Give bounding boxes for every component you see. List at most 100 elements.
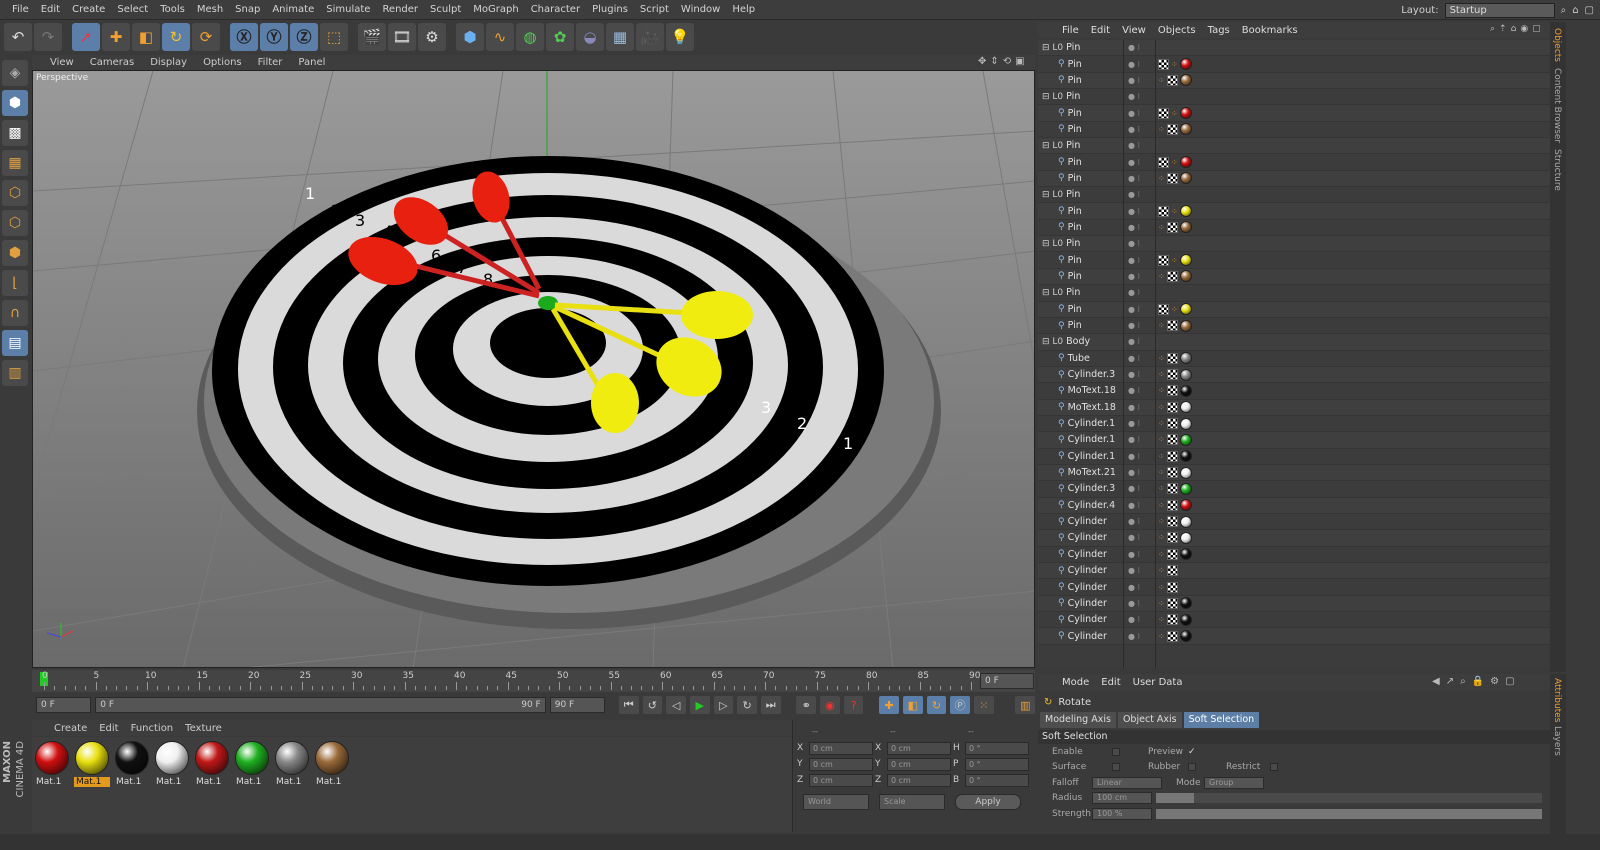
object-row[interactable]: ⚲ Pin ● ⁝ ⁘ bbox=[1038, 154, 1550, 171]
visibility-dots[interactable]: ● ⁝ bbox=[1128, 370, 1140, 379]
layout-dropdown[interactable]: Startup bbox=[1444, 2, 1555, 18]
range-slider[interactable]: 0 F 90 F bbox=[95, 697, 546, 713]
menu-item[interactable]: Script bbox=[634, 4, 675, 15]
window-icon[interactable]: ▢ bbox=[1585, 5, 1594, 16]
object-row[interactable]: ⚲ Pin ● ⁝ ⁘ bbox=[1038, 301, 1550, 318]
autokey-icon[interactable]: ? bbox=[843, 696, 864, 714]
phong-tag-icon[interactable]: ⁘ bbox=[1171, 109, 1178, 117]
object-menu-item[interactable]: File bbox=[1056, 25, 1085, 36]
phong-tag-icon[interactable]: ⁘ bbox=[1158, 436, 1165, 444]
phong-tag-icon[interactable]: ⁘ bbox=[1171, 158, 1178, 166]
menu-item[interactable]: Help bbox=[726, 4, 761, 15]
key-points-icon[interactable]: ⁙ bbox=[974, 696, 994, 714]
edges-mode-icon[interactable]: ⬡ bbox=[2, 210, 28, 236]
object-row[interactable]: ⚲ Pin ● ⁝ ⁘ bbox=[1038, 122, 1550, 139]
coord-field[interactable]: 0 cm bbox=[887, 757, 951, 771]
material-tag-icon[interactable] bbox=[1180, 74, 1192, 87]
menu-item[interactable]: Animate bbox=[266, 4, 320, 15]
viewport-menu-item[interactable]: Panel bbox=[290, 57, 333, 68]
material-tag-icon[interactable] bbox=[1180, 597, 1192, 610]
search-icon[interactable]: ⌕ bbox=[1490, 24, 1495, 34]
texture-tag-icon[interactable] bbox=[1167, 467, 1178, 479]
object-row[interactable]: ⚲ Pin ● ⁝ ⁘ bbox=[1038, 268, 1550, 286]
next-frame-icon[interactable]: ▷ bbox=[713, 696, 734, 714]
viewport-menu-item[interactable]: View bbox=[42, 57, 82, 68]
home-icon[interactable]: ⌂ bbox=[1572, 5, 1578, 16]
workplane-icon[interactable]: ▦ bbox=[2, 150, 28, 176]
visibility-dots[interactable]: ● ⁝ bbox=[1128, 305, 1140, 314]
visibility-dots[interactable]: ● ⁝ bbox=[1128, 517, 1140, 526]
deformer-icon[interactable]: ◒ bbox=[576, 22, 604, 51]
visibility-dots[interactable]: ● ⁝ bbox=[1128, 43, 1140, 52]
maximize-icon[interactable]: ▣ bbox=[1015, 56, 1024, 67]
strength-field[interactable]: 100 % bbox=[1092, 807, 1152, 820]
attribute-tab[interactable]: Object Axis bbox=[1117, 712, 1182, 728]
visibility-dots[interactable]: ● ⁝ bbox=[1128, 92, 1140, 101]
viewport-menu-item[interactable]: Filter bbox=[250, 57, 291, 68]
visibility-dots[interactable]: ● ⁝ bbox=[1128, 403, 1140, 412]
render-picture-icon[interactable]: 🎞 bbox=[388, 22, 416, 51]
visibility-dots[interactable]: ● ⁝ bbox=[1128, 501, 1140, 510]
object-row[interactable]: ⚲ Cylinder ● ⁝ ⁘ bbox=[1038, 628, 1550, 645]
visibility-dots[interactable]: ● ⁝ bbox=[1128, 386, 1140, 395]
menu-item[interactable]: File bbox=[6, 4, 35, 15]
visibility-dots[interactable]: ● ⁝ bbox=[1128, 272, 1140, 281]
object-row[interactable]: ⚲ Cylinder ● ⁝ ⁘ bbox=[1038, 530, 1550, 547]
visibility-dots[interactable]: ● ⁝ bbox=[1128, 256, 1140, 265]
texture-tag-icon[interactable] bbox=[1167, 385, 1178, 397]
make-editable-icon[interactable]: ◈ bbox=[2, 60, 28, 86]
menu-item[interactable]: Create bbox=[66, 4, 111, 15]
model-mode-icon[interactable]: ⬢ bbox=[2, 90, 28, 116]
menu-item[interactable]: Edit bbox=[35, 4, 66, 15]
timeline-window-icon[interactable]: ▥ bbox=[1015, 696, 1036, 714]
go-to-start-icon[interactable]: ⏮ bbox=[618, 696, 639, 714]
object-row[interactable]: ⚲ Cylinder ● ⁝ ⁘ bbox=[1038, 612, 1550, 629]
visibility-dots[interactable]: ● ⁝ bbox=[1128, 468, 1140, 477]
visibility-dots[interactable]: ● ⁝ bbox=[1128, 484, 1140, 493]
material-tag-icon[interactable] bbox=[1180, 531, 1192, 544]
visibility-dots[interactable]: ● ⁝ bbox=[1128, 566, 1140, 575]
forward-icon[interactable]: ↗ bbox=[1446, 676, 1454, 687]
object-row[interactable]: ⚲ Cylinder ● ⁝ ⁘ bbox=[1038, 563, 1550, 580]
visibility-dots[interactable]: ● ⁝ bbox=[1128, 239, 1140, 248]
x-axis-icon[interactable]: Ⓧ bbox=[230, 22, 258, 51]
coord-field[interactable]: 0 ° bbox=[965, 757, 1029, 771]
texture-tag-icon[interactable] bbox=[1158, 107, 1169, 119]
object-menu-item[interactable]: Bookmarks bbox=[1236, 25, 1304, 36]
menu-item[interactable]: Plugins bbox=[586, 4, 634, 15]
y-axis-icon[interactable]: Ⓨ bbox=[260, 22, 288, 51]
texture-tag-icon[interactable] bbox=[1167, 270, 1178, 282]
texture-tag-icon[interactable] bbox=[1167, 581, 1178, 593]
enable-checkbox[interactable] bbox=[1112, 747, 1120, 756]
attribute-tab[interactable]: Modeling Axis bbox=[1040, 712, 1116, 728]
object-row[interactable]: ⊟ L0 Pin ● ⁝ bbox=[1038, 89, 1550, 106]
timeline-ruler[interactable]: 0 5 10 15 20 25 30 35 40 45 50 55 60 65 70 75 80 85 90 0 F bbox=[32, 670, 1035, 692]
key-rotation-icon[interactable]: ↻ bbox=[926, 696, 947, 714]
object-menu-item[interactable]: View bbox=[1116, 25, 1152, 36]
object-row[interactable]: ⊟ L0 Pin ● ⁝ bbox=[1038, 285, 1550, 302]
orbit-icon[interactable]: ⟲ bbox=[1003, 56, 1011, 67]
start-frame-field[interactable]: 0 F bbox=[36, 697, 92, 713]
viewport-menu-item[interactable]: Display bbox=[142, 57, 195, 68]
phong-tag-icon[interactable]: ⁘ bbox=[1158, 371, 1165, 379]
key-scale-icon[interactable]: ◧ bbox=[902, 696, 923, 714]
nurbs-icon[interactable]: ◍ bbox=[516, 22, 544, 51]
prev-frame-icon[interactable]: ◁ bbox=[666, 696, 686, 714]
coord-field[interactable]: 0 ° bbox=[965, 741, 1029, 755]
texture-tag-icon[interactable] bbox=[1158, 254, 1169, 266]
phong-tag-icon[interactable]: ⁘ bbox=[1171, 60, 1178, 68]
material-tag-icon[interactable] bbox=[1180, 221, 1192, 234]
texture-tag-icon[interactable] bbox=[1167, 516, 1178, 528]
phong-tag-icon[interactable]: ⁘ bbox=[1158, 223, 1165, 231]
phong-tag-icon[interactable]: ⁘ bbox=[1158, 599, 1165, 607]
texture-mode-icon[interactable]: ▩ bbox=[2, 120, 28, 146]
coord-field[interactable]: 0 cm bbox=[809, 773, 873, 787]
array-icon[interactable]: ✿ bbox=[546, 22, 574, 51]
visibility-dots[interactable]: ● ⁝ bbox=[1128, 76, 1140, 85]
object-row[interactable]: ⚲ Pin ● ⁝ ⁘ bbox=[1038, 105, 1550, 122]
menu-item[interactable]: Select bbox=[111, 4, 154, 15]
object-row[interactable]: ⚲ MoText.21 ● ⁝ ⁘ bbox=[1038, 464, 1550, 482]
up-icon[interactable]: ⇡ bbox=[1499, 24, 1507, 34]
material-tag-icon[interactable] bbox=[1180, 270, 1192, 283]
spline-icon[interactable]: ∿ bbox=[486, 22, 514, 51]
